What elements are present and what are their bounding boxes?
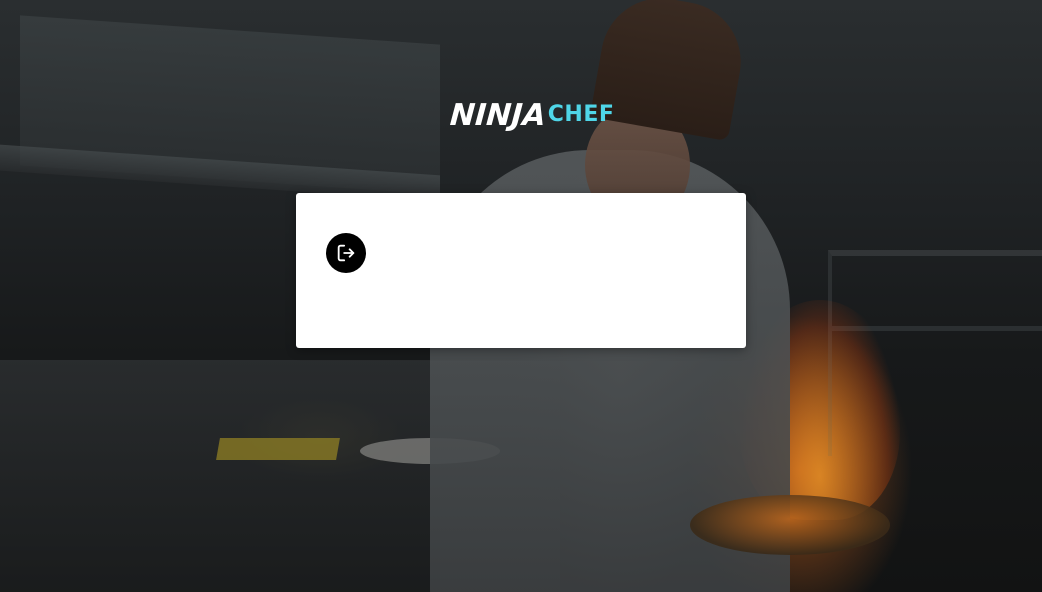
- brand-logo-chef: CHEF: [547, 102, 615, 127]
- logout-button[interactable]: [326, 233, 366, 273]
- frying-pan: [690, 495, 890, 555]
- modal-card: [296, 193, 746, 348]
- brand-logo-ninja: NINJA: [448, 98, 548, 133]
- cutting-board: [216, 438, 340, 460]
- logout-icon: [335, 242, 357, 264]
- brand-logo: NINJA CHEF: [448, 88, 615, 134]
